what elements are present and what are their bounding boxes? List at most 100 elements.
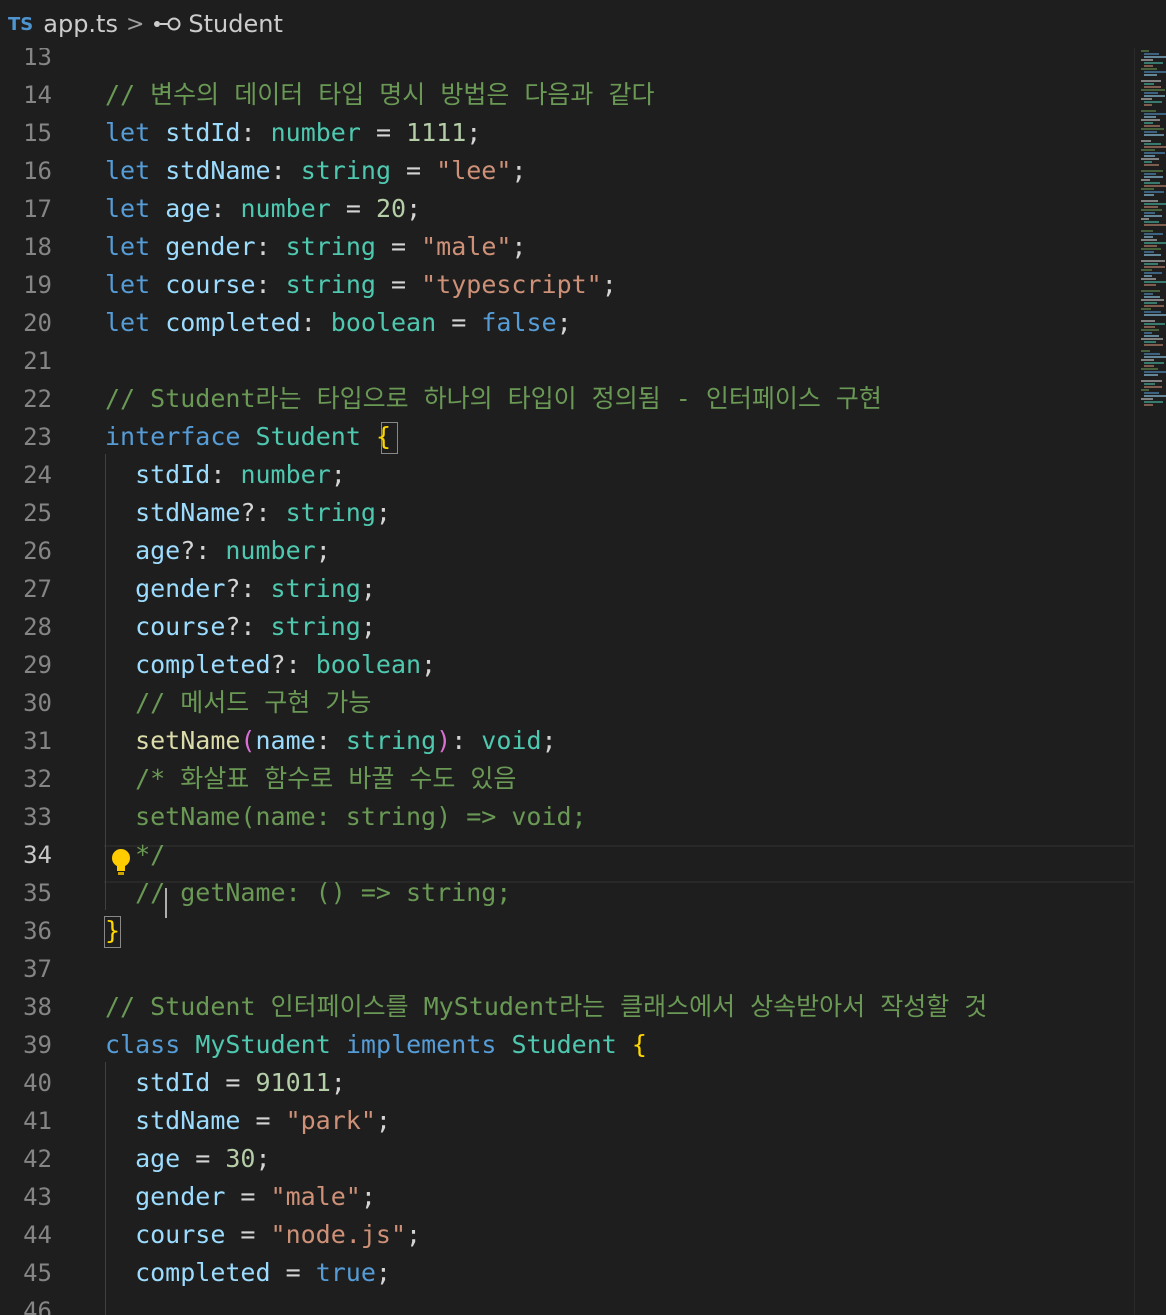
minimap-line [1144, 65, 1153, 67]
code-line[interactable]: 29 completed?: boolean; [0, 646, 1134, 684]
code-token: : [270, 156, 301, 185]
code-line[interactable]: 43 gender = "male"; [0, 1178, 1134, 1216]
minimap-line [1144, 182, 1160, 184]
code-line[interactable]: 13 [0, 48, 1134, 76]
code-line[interactable]: 26 age?: number; [0, 532, 1134, 570]
minimap-line [1144, 293, 1153, 295]
code-token: string [285, 270, 376, 299]
line-number: 19 [23, 271, 52, 299]
minimap-line [1144, 62, 1163, 64]
minimap-line [1141, 89, 1165, 91]
code-text: let stdName: string = "lee"; [105, 152, 526, 190]
minimap-line [1141, 230, 1153, 232]
code-line[interactable]: 23 interface Student { [0, 418, 1134, 456]
code-line[interactable]: 42 age = 30; [0, 1140, 1134, 1178]
code-token: number [270, 118, 361, 147]
minimap-line [1141, 218, 1149, 220]
code-line[interactable]: 38 // Student 인터페이스를 MyStudent라는 클래스에서 상속… [0, 988, 1134, 1026]
code-line[interactable]: 18 let gender: string = "male"; [0, 228, 1134, 266]
code-line[interactable]: 39 class MyStudent implements Student { [0, 1026, 1134, 1064]
line-number: 35 [23, 879, 52, 907]
code-line[interactable]: 41 stdName = "park"; [0, 1102, 1134, 1140]
code-line[interactable]: 44 course = "node.js"; [0, 1216, 1134, 1254]
line-number: 44 [23, 1221, 52, 1249]
code-line[interactable]: 25 stdName?: string; [0, 494, 1134, 532]
line-number: 39 [23, 1031, 52, 1059]
code-token: 1111 [406, 118, 467, 147]
code-line[interactable]: 27 gender?: string; [0, 570, 1134, 608]
minimap-line [1141, 380, 1162, 382]
code-token: ; [255, 1144, 271, 1173]
code-line[interactable]: 16 let stdName: string = "lee"; [0, 152, 1134, 190]
code-line[interactable]: 14 // 변수의 데이터 타입 명시 방법은 다음과 같다 [0, 76, 1134, 114]
line-number: 32 [23, 765, 52, 793]
code-line[interactable]: 37 [0, 950, 1134, 988]
minimap-line [1144, 302, 1157, 304]
code-token: ; [406, 1220, 422, 1249]
code-line[interactable]: 45 completed = true; [0, 1254, 1134, 1292]
code-line[interactable]: 22 // Student라는 타입으로 하나의 타입이 정의됨 - 인터페이스 … [0, 380, 1134, 418]
code-token: "male" [421, 232, 512, 261]
minimap-line [1141, 269, 1152, 271]
code-line[interactable]: 20 let completed: boolean = false; [0, 304, 1134, 342]
code-line[interactable]: 40 stdId = 91011; [0, 1064, 1134, 1102]
code-token: boolean [330, 308, 437, 337]
code-token: "park" [285, 1106, 376, 1135]
code-line[interactable]: 19 let course: string = "typescript"; [0, 266, 1134, 304]
code-token: ; [375, 1106, 391, 1135]
code-line[interactable]: 33 setName(name: string) => void; [0, 798, 1134, 836]
breadcrumb-file[interactable]: app.ts [43, 10, 118, 38]
code-line[interactable]: 17 let age: number = 20; [0, 190, 1134, 228]
minimap[interactable] [1134, 48, 1166, 1315]
code-line[interactable]: 32 /* 화살표 함수로 바꿀 수도 있음 [0, 760, 1134, 798]
code-line[interactable]: 28 course?: string; [0, 608, 1134, 646]
code-text: stdName?: string; [120, 494, 391, 532]
breadcrumb: TS app.ts > Student [0, 0, 1166, 48]
code-line[interactable]: 15 let stdId: number = 1111; [0, 114, 1134, 152]
minimap-line [1144, 374, 1158, 376]
code-text: completed = true; [120, 1254, 391, 1292]
code-line[interactable]: 24 stdId: number; [0, 456, 1134, 494]
code-token: ; [541, 726, 557, 755]
code-token: = [225, 1182, 271, 1211]
code-line[interactable]: 34 */ [0, 836, 1134, 874]
code-token: 20 [375, 194, 407, 223]
minimap-line [1144, 362, 1164, 364]
code-token: */ [135, 840, 166, 869]
code-line[interactable]: 31 setName(name: string): void; [0, 722, 1134, 760]
minimap-line [1144, 401, 1163, 403]
code-token: ?: [270, 650, 316, 679]
code-token: // Student라는 타입으로 하나의 타입이 정의됨 - 인터페이스 구현 [105, 384, 882, 413]
code-editor[interactable]: 13 14 // 변수의 데이터 타입 명시 방법은 다음과 같다 15 let std… [0, 48, 1134, 1315]
breadcrumb-symbol[interactable]: Student [188, 10, 282, 38]
code-token: let [105, 118, 151, 147]
code-line[interactable]: 36} [0, 912, 1134, 950]
code-line[interactable]: 21 [0, 342, 1134, 380]
chevron-right-icon: > [125, 11, 145, 37]
code-token: ; [466, 118, 482, 147]
code-token: completed [135, 1258, 271, 1287]
code-line[interactable]: 35 // getName: () => string; [0, 874, 1134, 912]
minimap-line [1141, 128, 1164, 130]
minimap-line [1141, 80, 1161, 82]
minimap-line [1144, 404, 1153, 406]
code-line[interactable]: 46 [0, 1292, 1134, 1315]
minimap-line [1141, 170, 1163, 172]
code-text: age?: number; [120, 532, 331, 570]
code-token: ; [511, 232, 527, 261]
code-text: stdName = "park"; [120, 1102, 391, 1140]
code-token: ; [315, 536, 331, 565]
code-line[interactable]: 30 // 메서드 구현 가능 [0, 684, 1134, 722]
code-token: Student [255, 422, 361, 451]
minimap-line [1144, 236, 1153, 238]
code-token: implements [345, 1030, 497, 1059]
code-token: // 메서드 구현 가능 [135, 688, 372, 717]
minimap-line [1144, 215, 1162, 217]
minimap-line [1144, 323, 1165, 325]
code-token: interface [105, 422, 241, 451]
code-text: stdId = 91011; [120, 1064, 346, 1102]
